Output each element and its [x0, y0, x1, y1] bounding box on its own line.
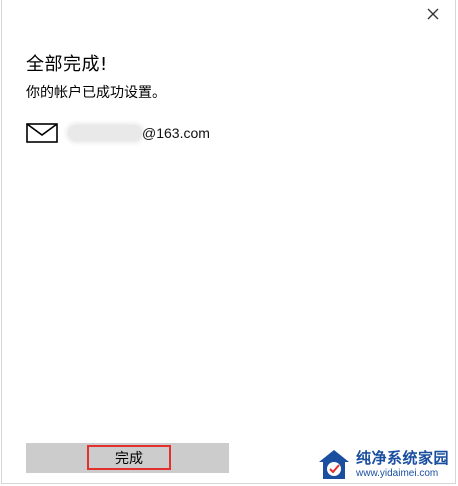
account-row: @163.com [26, 122, 210, 144]
account-setup-dialog: 全部完成! 你的帐户已成功设置。 @163.com 完成 [1, 0, 456, 484]
watermark-logo-icon [319, 450, 349, 479]
account-email: @163.com [142, 125, 210, 141]
watermark-name: 纯净系统家园 [356, 449, 450, 467]
status-message: 你的帐户已成功设置。 [26, 85, 166, 101]
page-title: 全部完成! [26, 54, 108, 75]
watermark: 纯净系统家园 www.yidaimei.com [316, 446, 456, 484]
close-button[interactable] [425, 6, 441, 22]
redacted-email-username [68, 125, 142, 141]
done-button-bar[interactable]: 完成 [26, 443, 229, 473]
mail-icon [26, 123, 58, 143]
close-icon [427, 8, 439, 20]
done-button[interactable]: 完成 [87, 445, 171, 470]
watermark-url: www.yidaimei.com [356, 468, 439, 479]
